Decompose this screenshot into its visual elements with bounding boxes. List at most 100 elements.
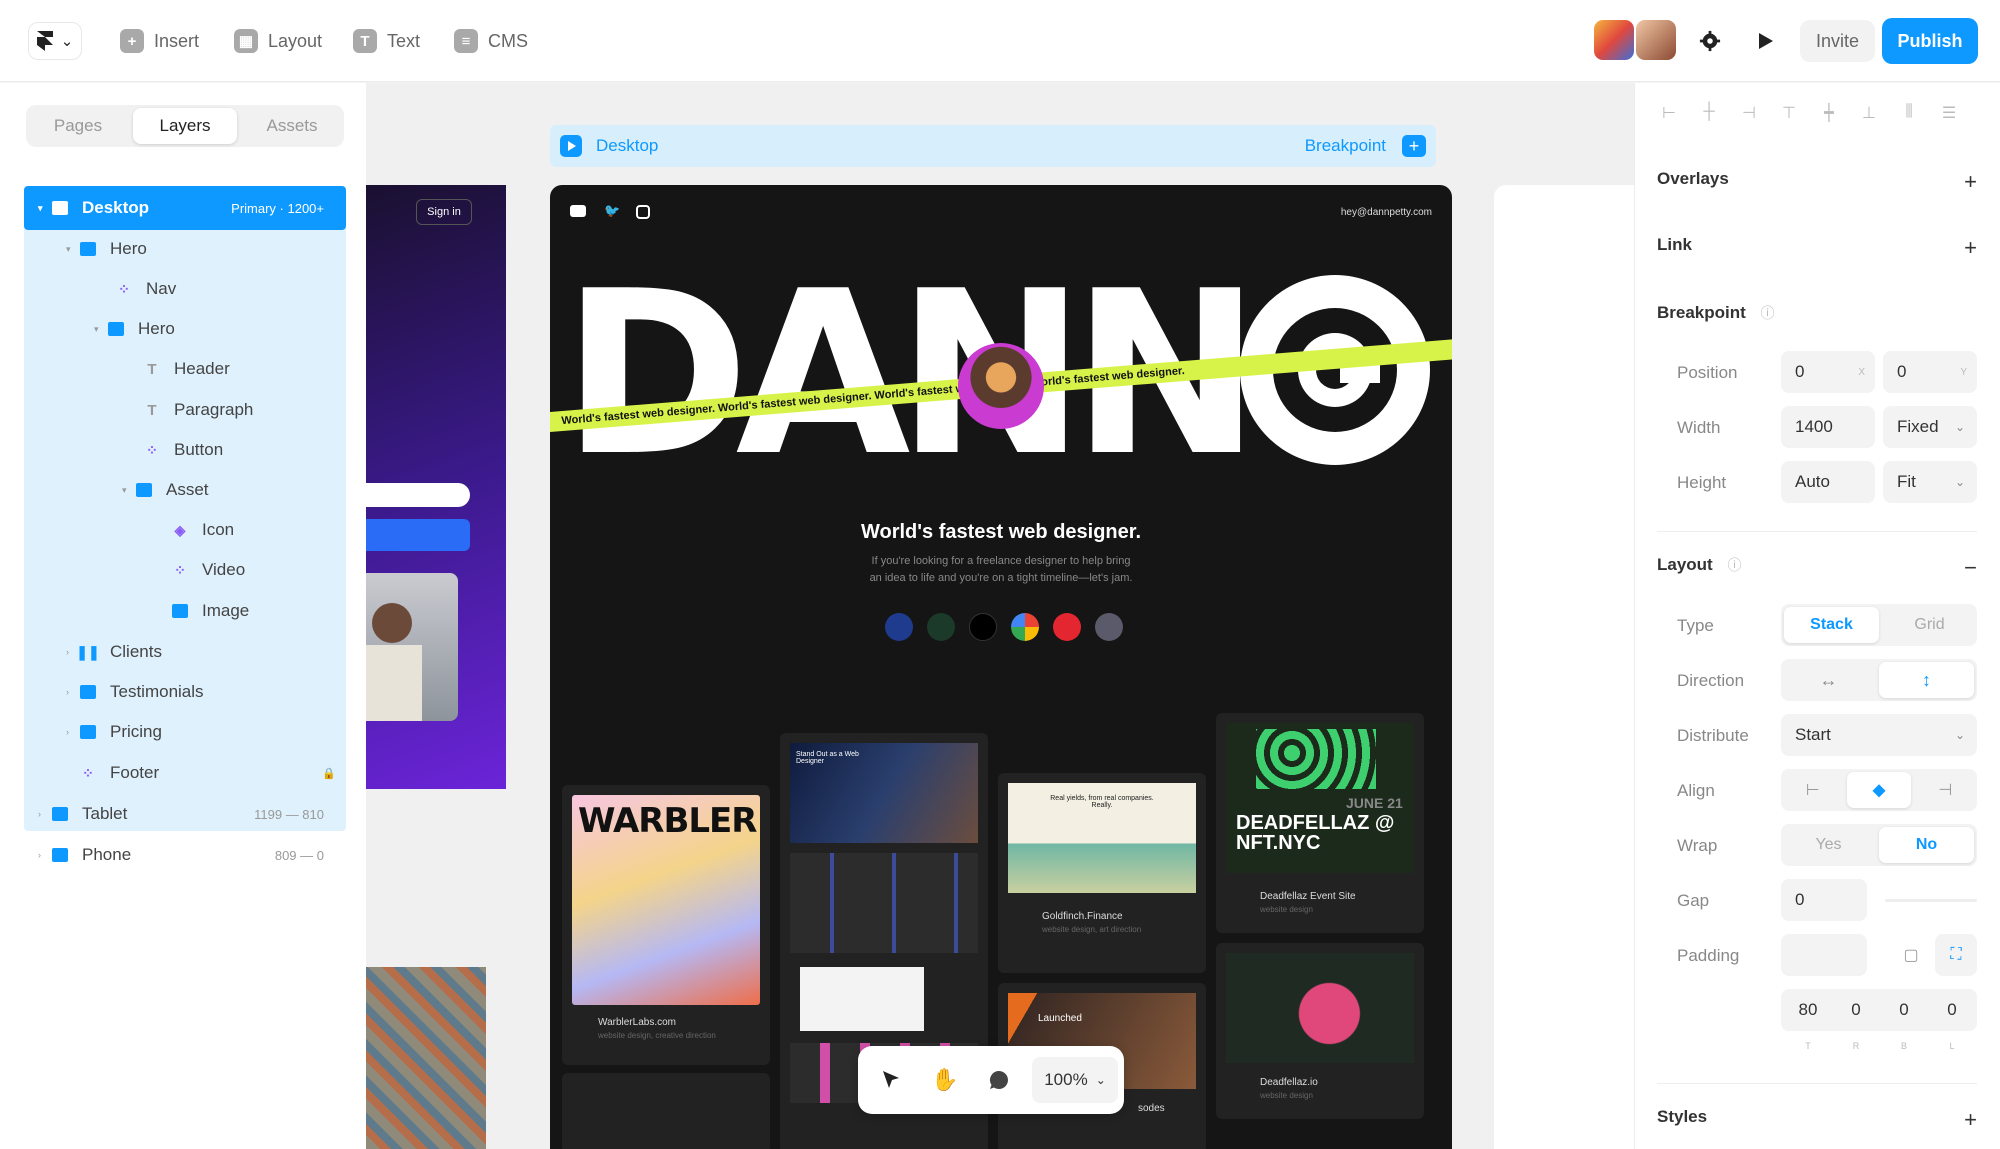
position-y-input[interactable]: 0 Y <box>1883 351 1977 393</box>
lock-icon[interactable]: 🔒 <box>322 767 336 780</box>
layer-image[interactable]: Image <box>158 593 249 629</box>
add-breakpoint-label[interactable]: Breakpoint <box>1305 136 1386 156</box>
gap-slider[interactable] <box>1885 899 1977 902</box>
padding-left-value[interactable]: 0 <box>1935 1000 1969 1020</box>
distribute-v-icon[interactable]: ☰ <box>1939 103 1959 123</box>
chevron-down-icon: ⌄ <box>1954 420 1965 434</box>
insert-button[interactable]: + Insert <box>120 22 199 60</box>
align-end-icon[interactable]: ⊣ <box>1914 769 1977 811</box>
layer-desktop[interactable]: ▾ Desktop Primary · 1200+ <box>38 190 338 226</box>
site-email[interactable]: hey@dannpetty.com <box>1341 207 1432 218</box>
align-start-icon[interactable]: ⊢ <box>1781 769 1844 811</box>
design-canvas[interactable]: Sign in Desktop Breakpoint + 🐦 hey@dannp… <box>366 83 1634 1149</box>
layer-hero[interactable]: ▾ Hero <box>66 231 147 267</box>
layer-video[interactable]: ⁘ Video <box>158 552 245 588</box>
type-option-grid[interactable]: Grid <box>1882 604 1977 646</box>
add-breakpoint-button[interactable]: + <box>1402 135 1426 157</box>
overlays-section[interactable]: Overlays + <box>1657 169 1977 194</box>
type-option-stack[interactable]: Stack <box>1784 607 1879 643</box>
portfolio-card[interactable]: WARBLER WarblerLabs.com website design, … <box>562 785 770 1065</box>
invite-button[interactable]: Invite <box>1800 20 1875 62</box>
wrap-option-no[interactable]: No <box>1879 827 1974 863</box>
padding-uniform-icon[interactable]: ▢ <box>1891 934 1931 976</box>
add-style-icon[interactable]: + <box>1964 1107 1977 1133</box>
link-section[interactable]: Link + <box>1657 235 1977 260</box>
align-center-icon[interactable]: ◆ <box>1847 772 1911 808</box>
distribute-select[interactable]: Start ⌄ <box>1781 714 1977 756</box>
portfolio-card[interactable]: JUNE 21 DEADFELLAZ @ NFT.NYC Deadfellaz … <box>1216 713 1424 933</box>
layer-header[interactable]: T Header <box>130 351 229 387</box>
layer-pricing[interactable]: › Pricing <box>66 714 162 750</box>
padding-top-value[interactable]: 80 <box>1791 1000 1825 1020</box>
instagram-icon[interactable] <box>636 205 650 219</box>
padding-right-value[interactable]: 0 <box>1839 1000 1873 1020</box>
zoom-dropdown[interactable]: 100% ⌄ <box>1032 1057 1118 1103</box>
youtube-icon[interactable] <box>570 205 586 217</box>
layer-icon[interactable]: ◈ Icon <box>158 512 235 548</box>
align-left-icon[interactable]: ⊢ <box>1659 103 1679 123</box>
wrap-option-yes[interactable]: Yes <box>1781 824 1876 866</box>
tablet-frame-preview[interactable]: Sign in <box>366 185 506 789</box>
framer-menu-button[interactable]: ⌄ <box>28 22 82 60</box>
layer-testimonials[interactable]: › Testimonials <box>66 674 204 710</box>
width-input[interactable]: 1400 <box>1781 406 1875 448</box>
desktop-frame[interactable]: 🐦 hey@dannpetty.com DANNO World's fastes… <box>550 185 1452 1149</box>
avatar[interactable] <box>1592 18 1636 62</box>
collapse-section-icon[interactable]: − <box>1964 555 1977 581</box>
position-x-input[interactable]: 0 X <box>1781 351 1875 393</box>
gap-input[interactable]: 0 <box>1781 879 1867 921</box>
padding-bottom-value[interactable]: 0 <box>1887 1000 1921 1020</box>
align-center-h-icon[interactable]: ┼ <box>1699 103 1719 123</box>
text-button[interactable]: T Text <box>353 22 420 60</box>
height-mode-select[interactable]: Fit ⌄ <box>1883 461 1977 503</box>
layer-phone[interactable]: › Phone 809 — 0 <box>38 837 338 873</box>
layer-clients[interactable]: › ❚❚ Clients <box>66 634 162 670</box>
add-link-icon[interactable]: + <box>1964 235 1977 261</box>
avatar[interactable] <box>1634 18 1678 62</box>
layer-button[interactable]: ⁘ Button <box>130 432 223 468</box>
tab-layers[interactable]: Layers <box>133 108 237 144</box>
tab-pages[interactable]: Pages <box>26 105 130 147</box>
sign-in-button[interactable]: Sign in <box>416 199 472 225</box>
layer-paragraph[interactable]: T Paragraph <box>130 392 253 428</box>
cms-button[interactable]: ≡ CMS <box>454 22 528 60</box>
tab-assets[interactable]: Assets <box>240 105 344 147</box>
settings-button[interactable] <box>1688 20 1732 62</box>
preview-button[interactable] <box>1744 20 1788 62</box>
hand-tool-button[interactable]: ✋ <box>918 1053 972 1107</box>
site-subtext-line-1: If you're looking for a freelance design… <box>871 555 1131 567</box>
info-icon[interactable]: ⓘ <box>1761 305 1775 321</box>
comment-tool-button[interactable] <box>972 1053 1026 1107</box>
direction-horizontal-icon[interactable]: ↔ <box>1781 659 1876 701</box>
portfolio-card[interactable]: Real yields, from real companies. Really… <box>998 773 1206 973</box>
add-overlay-icon[interactable]: + <box>1964 169 1977 195</box>
portfolio-card[interactable]: Deadfellaz.io website design <box>1216 943 1424 1119</box>
layer-hero-inner[interactable]: ▾ Hero <box>94 311 175 347</box>
play-preview-button[interactable] <box>560 135 582 157</box>
layer-asset[interactable]: ▾ Asset <box>122 472 209 508</box>
select-tool-button[interactable] <box>864 1053 918 1107</box>
twitter-icon[interactable]: 🐦 <box>604 204 620 217</box>
layout-button[interactable]: ▦ Layout <box>234 22 322 60</box>
layer-footer[interactable]: ⁘ Footer 🔒 <box>66 755 336 791</box>
layer-tablet[interactable]: › Tablet 1199 — 810 <box>38 796 338 832</box>
align-bottom-icon[interactable]: ⊥ <box>1859 103 1879 123</box>
info-icon[interactable]: ⓘ <box>1727 557 1741 573</box>
portfolio-card[interactable] <box>562 1073 770 1149</box>
styles-section[interactable]: Styles + <box>1657 1107 1977 1132</box>
gap-label: Gap <box>1677 891 1710 910</box>
layer-label: Phone <box>82 845 132 864</box>
padding-individual-icon[interactable]: ⛶ <box>1935 934 1977 976</box>
align-center-v-icon[interactable]: ┿ <box>1819 103 1839 123</box>
align-right-icon[interactable]: ⊣ <box>1739 103 1759 123</box>
align-top-icon[interactable]: ⊤ <box>1779 103 1799 123</box>
publish-button[interactable]: Publish <box>1882 18 1978 64</box>
secondary-frame[interactable] <box>1494 185 1634 1149</box>
width-mode-select[interactable]: Fixed ⌄ <box>1883 406 1977 448</box>
height-input[interactable]: Auto <box>1781 461 1875 503</box>
layer-nav[interactable]: ⁘ Nav <box>102 271 176 307</box>
padding-input[interactable] <box>1781 934 1867 976</box>
distribute-h-icon[interactable]: ⫼ <box>1899 103 1919 123</box>
layer-label: Desktop <box>82 198 150 217</box>
direction-vertical-icon[interactable]: ↕ <box>1879 662 1974 698</box>
